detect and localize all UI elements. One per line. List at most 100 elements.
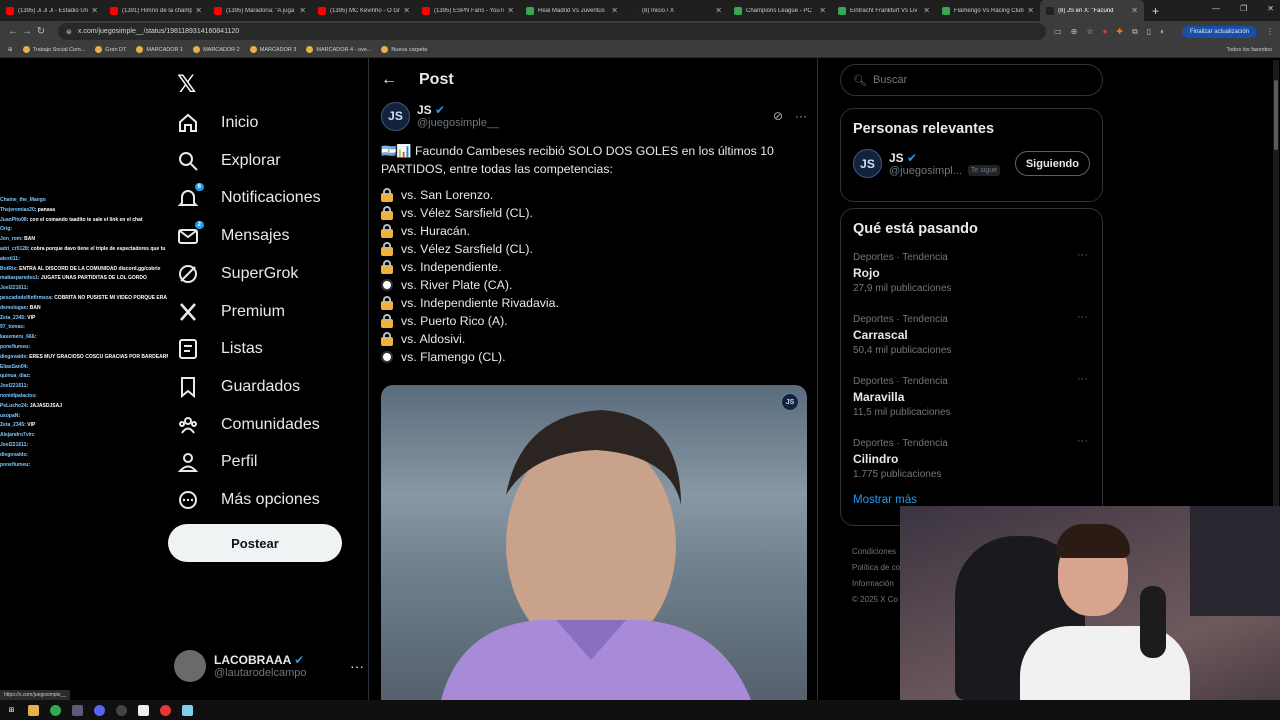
reload-icon[interactable]: ↻ [34,26,48,37]
star-icon[interactable]: ☆ [1086,27,1093,36]
extension-orange-icon[interactable]: ✚ [1116,27,1123,36]
bookmark-label: Nueva carpeta [391,46,428,53]
nav-item-guardados[interactable]: Guardados [168,368,300,406]
cast-icon[interactable]: ▭ [1054,27,1062,36]
app4-icon[interactable] [182,704,193,716]
new-tab-button[interactable]: + [1144,4,1167,18]
extension-red-icon[interactable]: ● [1102,27,1107,36]
trend-more-icon[interactable]: ··· [1077,435,1088,447]
nav-item-notificaciones[interactable]: 6 Notificaciones [168,179,321,217]
nav-item-perfil[interactable]: Perfil [168,443,257,481]
footer-link[interactable]: © 2025 X Co [852,592,900,608]
grok-icon[interactable]: ⊘ [773,109,783,123]
bookmark-item[interactable]: MARCADOR 3 [249,46,296,53]
tab-close-icon[interactable]: ✕ [299,6,306,15]
relevant-person[interactable]: JS JS ✔ @juegosimpl... Te sigue Siguiendo [841,137,1102,190]
browser-tab[interactable]: Flamengo Vs Racing Club ✕ [936,0,1040,21]
forward-icon[interactable]: → [20,26,34,37]
trend-item[interactable]: Deportes · Tendencia Rojo 27,9 mil publica… [841,243,1102,305]
explorer-icon[interactable] [28,704,39,716]
tab-close-icon[interactable]: ✕ [91,6,98,15]
nav-item-mensajes[interactable]: 2 Mensajes [168,217,289,255]
all-bookmarks-link[interactable]: Todos los favoritos [1226,47,1272,53]
trend-more-icon[interactable]: ··· [1077,311,1088,323]
start-icon[interactable]: ⊞ [6,705,17,716]
bookmark-item[interactable]: MARCADOR 1 [136,46,183,53]
browser-tab[interactable]: (1395) Maradona: "A juga ✕ [208,0,312,21]
profile-avatar-icon[interactable]: ◐ [1160,27,1165,36]
nav-item-explorar[interactable]: Explorar [168,142,281,180]
x-logo-icon[interactable]: 𝕏 [177,70,196,99]
trend-item[interactable]: Deportes · Tendencia Maravilla 11,5 mil pu… [841,367,1102,429]
back-icon[interactable]: ← [6,26,20,37]
trend-item[interactable]: Deportes · Tendencia Cilindro 1.775 public… [841,429,1102,491]
tab-close-icon[interactable]: ✕ [195,6,202,15]
tab-close-icon[interactable]: ✕ [403,6,410,15]
trend-more-icon[interactable]: ··· [1077,373,1088,385]
browser-tab[interactable]: (8) JS en X: "Facund ✕ [1040,0,1144,21]
tab-close-icon[interactable]: ✕ [923,6,930,15]
nav-item-m-s-opciones[interactable]: Más opciones [168,481,320,519]
minimize-icon[interactable]: — [1212,4,1220,13]
post-image[interactable]: JS [381,385,807,700]
sidepanel-icon[interactable]: ▯ [1147,27,1151,36]
more-dots-icon[interactable]: ··· [350,658,364,674]
browser-tab[interactable]: (1395) ESPN Fans - YouTub ✕ [416,0,520,21]
browser-tab[interactable]: (1391) Himno de la champ ✕ [104,0,208,21]
nav-item-supergrok[interactable]: SuperGrok [168,255,298,293]
apps-icon[interactable]: ⊞ [8,47,13,53]
close-window-icon[interactable]: ✕ [1267,4,1274,13]
browser-tab[interactable]: Eintracht Frankfurt Vs Liv ✕ [832,0,936,21]
following-button[interactable]: Siguiendo [1014,151,1090,176]
post-more-icon[interactable]: ··· [795,109,807,123]
author-avatar[interactable]: JS [381,101,410,131]
bookmark-item[interactable]: Trabajo Social Com... [22,46,85,53]
bookmark-item[interactable]: Nueva carpeta [381,46,427,53]
app-icon[interactable] [72,704,83,716]
nav-item-comunidades[interactable]: Comunidades [168,406,320,444]
trend-more-icon[interactable]: ··· [1077,249,1088,261]
browser-tab[interactable]: Real Madrid Vs Juventus ✕ [520,0,624,21]
search-input[interactable]: 🔍︎ Buscar [840,64,1103,96]
nav-item-premium[interactable]: Premium [168,293,285,331]
relevant-handle[interactable]: @juegosimpl... [889,165,962,177]
trend-item[interactable]: Deportes · Tendencia Carrascal 50,4 mil pu… [841,305,1102,367]
footer-link[interactable]: Política de co [852,560,900,576]
obs-icon[interactable] [116,704,127,716]
url-field[interactable]: ⊜ x.com/juegosimple__/status/19811893141… [58,23,1047,40]
zoom-icon[interactable]: ⊕ [1071,27,1078,36]
app2-icon[interactable] [138,704,149,716]
browser-tab[interactable]: (1395) Ji Ji Ji - Estadio Úni ✕ [0,0,104,21]
account-switcher[interactable]: LACOBRAAA ✔ @lautarodelcampo ··· [174,646,364,686]
post-button[interactable]: Postear [168,524,342,562]
app3-icon[interactable] [160,704,171,716]
tab-close-icon[interactable]: ✕ [611,6,618,15]
footer-link[interactable]: Información [852,576,900,592]
tab-close-icon[interactable]: ✕ [1027,6,1034,15]
nav-item-inicio[interactable]: Inicio [168,104,258,142]
extensions-icon[interactable]: ⧉ [1132,27,1138,37]
author-handle[interactable]: @juegosimple__ [417,117,499,129]
tab-close-icon[interactable]: ✕ [507,6,514,15]
update-button[interactable]: Finalizar actualización [1181,25,1257,38]
bookmark-item[interactable]: Gran DT [95,46,126,53]
chrome-icon[interactable] [50,704,61,716]
bookmark-item[interactable]: MARCADOR 2 [193,46,240,53]
site-info-icon[interactable]: ⊜ [66,28,72,36]
tab-close-icon[interactable]: ✕ [1131,6,1138,15]
author-name[interactable]: JS [417,103,432,117]
maximize-icon[interactable]: ❐ [1240,4,1247,13]
relevant-avatar[interactable]: JS [853,149,882,178]
tab-close-icon[interactable]: ✕ [715,6,722,15]
tab-close-icon[interactable]: ✕ [819,6,826,15]
nav-item-listas[interactable]: Listas [168,330,263,368]
browser-tab[interactable]: Champions League - PC ✕ [728,0,832,21]
browser-tab[interactable]: (8) Inicio / X ✕ [624,0,728,21]
menu-icon[interactable]: ⋮ [1266,27,1274,36]
relevant-name[interactable]: JS [889,151,904,165]
browser-tab[interactable]: (1395) MC Kevinho - O Gr ✕ [312,0,416,21]
footer-link[interactable]: Condiciones [852,544,900,560]
discord-icon[interactable] [94,704,105,716]
back-arrow-icon[interactable]: ← [381,71,397,89]
bookmark-item[interactable]: MARCADOR 4 - ove... [306,46,371,53]
